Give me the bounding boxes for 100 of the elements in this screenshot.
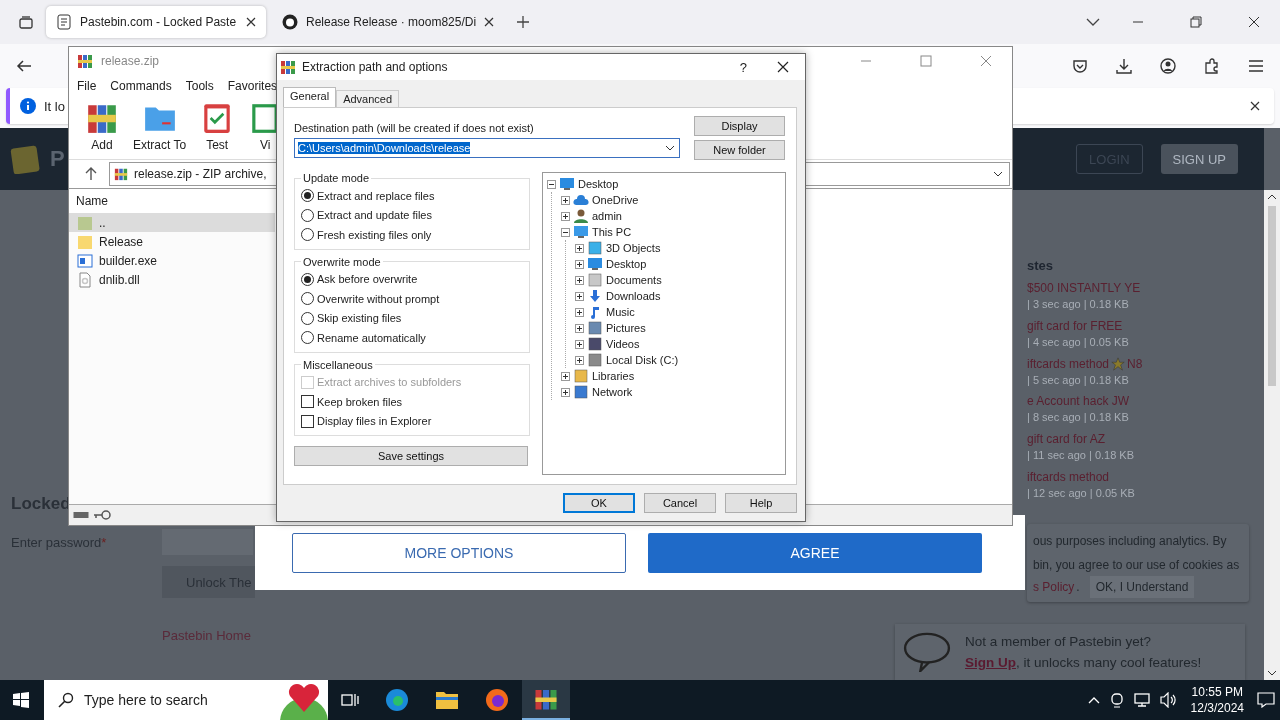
file-row[interactable]: Release bbox=[69, 232, 275, 251]
tree-item[interactable]: admin bbox=[592, 210, 622, 222]
checkbox-option[interactable]: Display files in Explorer bbox=[301, 411, 523, 431]
search-input[interactable]: Type here to search bbox=[82, 691, 266, 709]
tree-item[interactable]: 3D Objects bbox=[606, 242, 661, 254]
menu-icon[interactable] bbox=[1248, 58, 1264, 74]
radio-option[interactable]: Overwrite without prompt bbox=[301, 289, 523, 309]
path-field[interactable]: C:\Users\admin\Downloads\release bbox=[294, 138, 680, 158]
menu-item[interactable]: Commands bbox=[110, 79, 172, 93]
close-icon[interactable] bbox=[484, 17, 495, 27]
radio-option[interactable]: Rename automatically bbox=[301, 328, 523, 348]
display-button[interactable]: Display bbox=[694, 116, 785, 136]
browser-tab[interactable]: Pastebin.com - Locked Paste bbox=[46, 6, 266, 38]
scrollbar-thumb[interactable] bbox=[1268, 206, 1276, 386]
menu-item[interactable]: Tools bbox=[185, 79, 214, 93]
expand-icon[interactable] bbox=[575, 323, 584, 333]
save-settings-button[interactable]: Save settings bbox=[294, 446, 528, 466]
windows-logo-icon[interactable] bbox=[13, 692, 29, 708]
expand-icon[interactable] bbox=[575, 291, 584, 301]
dialog-button[interactable]: Cancel bbox=[644, 493, 716, 513]
signup-button[interactable]: SIGN UP bbox=[1160, 144, 1238, 174]
plus-icon[interactable] bbox=[516, 15, 531, 29]
menu-item[interactable]: File bbox=[77, 79, 97, 93]
expand-icon[interactable] bbox=[561, 195, 570, 205]
tree-item[interactable]: Pictures bbox=[606, 322, 646, 334]
checkbox-option[interactable]: Keep broken files bbox=[301, 392, 523, 412]
speaker-icon[interactable] bbox=[1159, 692, 1178, 708]
tree-item[interactable]: Desktop bbox=[578, 178, 619, 190]
close-icon[interactable] bbox=[777, 61, 789, 73]
menu-item[interactable]: Favorites bbox=[227, 79, 278, 93]
radio-button[interactable] bbox=[301, 272, 314, 286]
toolbar-button[interactable]: Vi bbox=[248, 101, 283, 152]
download-icon[interactable] bbox=[1116, 58, 1132, 74]
more-options-button[interactable]: MORE OPTIONS bbox=[292, 533, 626, 573]
expand-icon[interactable] bbox=[575, 307, 584, 317]
chevron-down-icon[interactable] bbox=[1086, 17, 1100, 27]
tree-item[interactable]: OneDrive bbox=[592, 194, 639, 206]
scroll-up-icon[interactable] bbox=[1267, 194, 1277, 200]
dialog-tab[interactable]: Advanced bbox=[336, 90, 400, 107]
tree-item[interactable]: Libraries bbox=[592, 370, 635, 382]
tab-list-icon[interactable] bbox=[18, 14, 34, 30]
expand-icon[interactable] bbox=[575, 259, 584, 269]
collapse-icon[interactable] bbox=[547, 179, 556, 189]
network-icon[interactable] bbox=[1133, 692, 1150, 708]
scroll-down-icon[interactable] bbox=[1267, 670, 1277, 676]
help-button[interactable]: ? bbox=[725, 59, 761, 75]
checkbox[interactable] bbox=[301, 414, 314, 428]
ok-button[interactable]: OK bbox=[563, 493, 635, 513]
notification-icon[interactable] bbox=[1257, 692, 1275, 708]
radio-option[interactable]: Extract and update files bbox=[301, 205, 523, 225]
edge-icon[interactable] bbox=[385, 688, 409, 712]
task-view-icon[interactable] bbox=[341, 692, 359, 708]
tree-item[interactable]: Desktop bbox=[606, 258, 647, 270]
radio-button[interactable] bbox=[301, 208, 314, 222]
expand-icon[interactable] bbox=[575, 339, 584, 349]
toolbar-button[interactable]: Extract To bbox=[133, 101, 187, 152]
radio-button[interactable] bbox=[301, 189, 314, 203]
tree-item[interactable]: Local Disk (C:) bbox=[606, 354, 679, 366]
taskbar-app[interactable] bbox=[522, 680, 570, 720]
radio-option[interactable]: Skip existing files bbox=[301, 308, 523, 328]
column-header[interactable]: Name bbox=[69, 189, 275, 213]
puzzle-icon[interactable] bbox=[1204, 58, 1220, 74]
account-icon[interactable] bbox=[1160, 58, 1176, 74]
radio-button[interactable] bbox=[301, 292, 314, 306]
radio-option[interactable]: Fresh existing files only bbox=[301, 225, 523, 245]
browser-tab[interactable]: Release Release · moom825/Di bbox=[272, 6, 505, 38]
webcam-icon[interactable] bbox=[1109, 692, 1124, 708]
toolbar-button[interactable]: Add bbox=[85, 101, 119, 152]
file-row[interactable]: .. bbox=[69, 213, 275, 232]
collapse-icon[interactable] bbox=[561, 227, 570, 237]
expand-icon[interactable] bbox=[561, 211, 570, 221]
expand-icon[interactable] bbox=[575, 275, 584, 285]
search-box[interactable]: Type here to search bbox=[44, 680, 328, 720]
clock[interactable]: 10:55 PM 12/3/2024 bbox=[1182, 685, 1252, 715]
tree-item[interactable]: Music bbox=[606, 306, 635, 318]
chevron-up-icon[interactable] bbox=[1087, 696, 1100, 704]
firefox-icon[interactable] bbox=[485, 688, 509, 712]
radio-button[interactable] bbox=[301, 331, 314, 345]
expand-icon[interactable] bbox=[575, 243, 584, 253]
file-row[interactable]: dnlib.dll bbox=[69, 270, 275, 289]
close-icon[interactable] bbox=[246, 17, 256, 27]
tree-item[interactable]: Downloads bbox=[606, 290, 661, 302]
file-row[interactable]: builder.exe bbox=[69, 251, 275, 270]
radio-button[interactable] bbox=[301, 311, 314, 325]
close-icon[interactable] bbox=[1248, 16, 1260, 28]
pocket-icon[interactable] bbox=[1072, 58, 1088, 74]
tree-item[interactable]: Network bbox=[592, 386, 633, 398]
up-arrow-icon[interactable] bbox=[85, 167, 97, 181]
radio-option[interactable]: Ask before overwrite bbox=[301, 269, 523, 289]
close-icon[interactable] bbox=[1250, 101, 1260, 111]
back-arrow-icon[interactable] bbox=[16, 58, 32, 74]
tree-item[interactable]: This PC bbox=[592, 226, 632, 238]
restore-icon[interactable] bbox=[1190, 16, 1202, 28]
new-folder-button[interactable]: New folder bbox=[694, 140, 785, 160]
radio-option[interactable]: Extract and replace files bbox=[301, 186, 523, 206]
toolbar-button[interactable]: Test bbox=[200, 101, 235, 152]
dialog-tab[interactable]: General bbox=[283, 87, 337, 107]
expand-icon[interactable] bbox=[561, 371, 570, 381]
expand-icon[interactable] bbox=[575, 355, 584, 365]
dialog-button[interactable]: Help bbox=[725, 493, 797, 513]
